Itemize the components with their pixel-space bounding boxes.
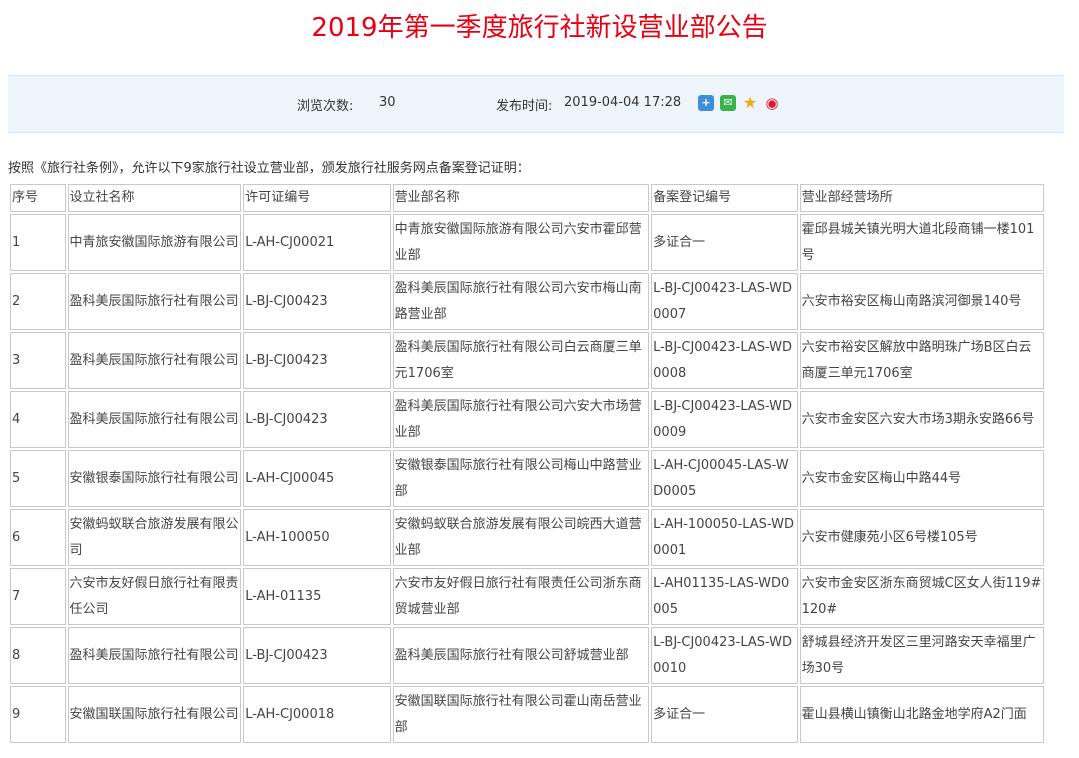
- wechat-icon[interactable]: ✉: [720, 95, 736, 111]
- cell-license: L-AH-CJ00021: [243, 214, 391, 271]
- cell-address: 霍山县横山镇衡山北路金地学府A2门面: [799, 686, 1044, 743]
- branch-registry-table: 序号 设立社名称 许可证编号 营业部名称 备案登记编号 营业部经营场所 1 中青旅…: [8, 182, 1046, 745]
- cell-license: L-AH-CJ00018: [243, 686, 391, 743]
- table-row: 9 安徽国联国际旅行社有限公司 L-AH-CJ00018 安徽国联国际旅行社有限公司霍…: [10, 686, 1044, 743]
- cell-agency: 盈科美辰国际旅行社有限公司: [67, 627, 242, 684]
- col-header-index: 序号: [10, 184, 66, 212]
- share-toolbar: + ✉ ★ ◉: [698, 95, 780, 111]
- cell-branch: 盈科美辰国际旅行社有限公司白云商厦三单元1706室: [392, 332, 650, 389]
- col-header-address: 营业部经营场所: [799, 184, 1044, 212]
- cell-record-no: L-AH-CJ00045-LAS-WD0005: [651, 450, 798, 507]
- cell-agency: 安徽银泰国际旅行社有限公司: [67, 450, 242, 507]
- cell-branch: 中青旅安徽国际旅游有限公司六安市霍邱营业部: [392, 214, 650, 271]
- views-count: 30: [379, 95, 396, 110]
- cell-index: 8: [10, 627, 66, 684]
- article-meta-bar: 浏览次数: 30 发布时间: 2019-04-04 17:28 + ✉ ★ ◉: [8, 75, 1064, 133]
- cell-address: 霍邱县城关镇光明大道北段商铺一楼101号: [799, 214, 1044, 271]
- cell-agency: 安徽蚂蚁联合旅游发展有限公司: [67, 509, 242, 566]
- cell-address: 六安市金安区梅山中路44号: [799, 450, 1044, 507]
- table-row: 6 安徽蚂蚁联合旅游发展有限公司 L-AH-100050 安徽蚂蚁联合旅游发展有限公司…: [10, 509, 1044, 566]
- cell-agency: 六安市友好假日旅行社有限责任公司: [67, 568, 242, 625]
- table-header-row: 序号 设立社名称 许可证编号 营业部名称 备案登记编号 营业部经营场所: [10, 184, 1044, 212]
- cell-index: 7: [10, 568, 66, 625]
- views-label: 浏览次数:: [297, 99, 354, 114]
- page-title: 2019年第一季度旅行社新设营业部公告: [311, 13, 768, 43]
- cell-address: 六安市金安区浙东商贸城C区女人街119#120#: [799, 568, 1044, 625]
- table-row: 8 盈科美辰国际旅行社有限公司 L-BJ-CJ00423 盈科美辰国际旅行社有限公司舒…: [10, 627, 1044, 684]
- cell-license: L-AH-01135: [243, 568, 391, 625]
- cell-branch: 盈科美辰国际旅行社有限公司六安市梅山南路营业部: [392, 273, 650, 330]
- cell-branch: 六安市友好假日旅行社有限责任公司浙东商贸城营业部: [392, 568, 650, 625]
- cell-record-no: L-BJ-CJ00423-LAS-WD0010: [651, 627, 798, 684]
- cell-record-no: L-AH-100050-LAS-WD0001: [651, 509, 798, 566]
- table-row: 5 安徽银泰国际旅行社有限公司 L-AH-CJ00045 安徽银泰国际旅行社有限公司梅…: [10, 450, 1044, 507]
- cell-index: 1: [10, 214, 66, 271]
- cell-index: 9: [10, 686, 66, 743]
- cell-record-no: L-BJ-CJ00423-LAS-WD0007: [651, 273, 798, 330]
- cell-index: 6: [10, 509, 66, 566]
- cell-license: L-BJ-CJ00423: [243, 273, 391, 330]
- intro-text: 按照《旅行社条例》，允许以下9家旅行社设立营业部，颁发旅行社服务网点备案登记证明…: [8, 161, 530, 176]
- table-row: 1 中青旅安徽国际旅游有限公司 L-AH-CJ00021 中青旅安徽国际旅游有限公司六…: [10, 214, 1044, 271]
- table-body: 1 中青旅安徽国际旅游有限公司 L-AH-CJ00021 中青旅安徽国际旅游有限公司六…: [10, 214, 1044, 743]
- cell-index: 5: [10, 450, 66, 507]
- cell-index: 4: [10, 391, 66, 448]
- cell-license: L-AH-100050: [243, 509, 391, 566]
- table-row: 2 盈科美辰国际旅行社有限公司 L-BJ-CJ00423 盈科美辰国际旅行社有限公司六…: [10, 273, 1044, 330]
- col-header-license: 许可证编号: [243, 184, 391, 212]
- cell-agency: 盈科美辰国际旅行社有限公司: [67, 391, 242, 448]
- cell-branch: 盈科美辰国际旅行社有限公司六安大市场营业部: [392, 391, 650, 448]
- cell-license: L-BJ-CJ00423: [243, 627, 391, 684]
- weibo-icon[interactable]: ◉: [764, 95, 780, 111]
- table-row: 7 六安市友好假日旅行社有限责任公司 L-AH-01135 六安市友好假日旅行社有限责…: [10, 568, 1044, 625]
- col-header-agency: 设立社名称: [67, 184, 242, 212]
- publish-date: 2019-04-04 17:28: [564, 95, 682, 110]
- cell-agency: 安徽国联国际旅行社有限公司: [67, 686, 242, 743]
- cell-branch: 安徽蚂蚁联合旅游发展有限公司皖西大道营业部: [392, 509, 650, 566]
- cell-license: L-BJ-CJ00423: [243, 332, 391, 389]
- cell-record-no: L-BJ-CJ00423-LAS-WD0009: [651, 391, 798, 448]
- cell-index: 3: [10, 332, 66, 389]
- table-row: 3 盈科美辰国际旅行社有限公司 L-BJ-CJ00423 盈科美辰国际旅行社有限公司白…: [10, 332, 1044, 389]
- cell-license: L-BJ-CJ00423: [243, 391, 391, 448]
- qzone-icon[interactable]: ★: [742, 95, 758, 111]
- cell-record-no: L-AH01135-LAS-WD0005: [651, 568, 798, 625]
- cell-agency: 盈科美辰国际旅行社有限公司: [67, 273, 242, 330]
- cell-branch: 安徽国联国际旅行社有限公司霍山南岳营业部: [392, 686, 650, 743]
- cell-agency: 盈科美辰国际旅行社有限公司: [67, 332, 242, 389]
- cell-license: L-AH-CJ00045: [243, 450, 391, 507]
- publish-date-label: 发布时间:: [496, 99, 553, 114]
- cell-address: 六安市金安区六安大市场3期永安路66号: [799, 391, 1044, 448]
- cell-record-no: 多证合一: [651, 686, 798, 743]
- cell-address: 六安市裕安区解放中路明珠广场B区白云商厦三单元1706室: [799, 332, 1044, 389]
- cell-address: 六安市健康苑小区6号楼105号: [799, 509, 1044, 566]
- cell-address: 舒城县经济开发区三里河路安天幸福里广场30号: [799, 627, 1044, 684]
- cell-record-no: 多证合一: [651, 214, 798, 271]
- cell-record-no: L-BJ-CJ00423-LAS-WD0008: [651, 332, 798, 389]
- cell-address: 六安市裕安区梅山南路滨河御景140号: [799, 273, 1044, 330]
- cell-index: 2: [10, 273, 66, 330]
- share-plus-icon[interactable]: +: [698, 95, 714, 111]
- cell-agency: 中青旅安徽国际旅游有限公司: [67, 214, 242, 271]
- table-row: 4 盈科美辰国际旅行社有限公司 L-BJ-CJ00423 盈科美辰国际旅行社有限公司六…: [10, 391, 1044, 448]
- cell-branch: 安徽银泰国际旅行社有限公司梅山中路营业部: [392, 450, 650, 507]
- cell-branch: 盈科美辰国际旅行社有限公司舒城营业部: [392, 627, 650, 684]
- col-header-record-no: 备案登记编号: [651, 184, 798, 212]
- col-header-branch: 营业部名称: [392, 184, 650, 212]
